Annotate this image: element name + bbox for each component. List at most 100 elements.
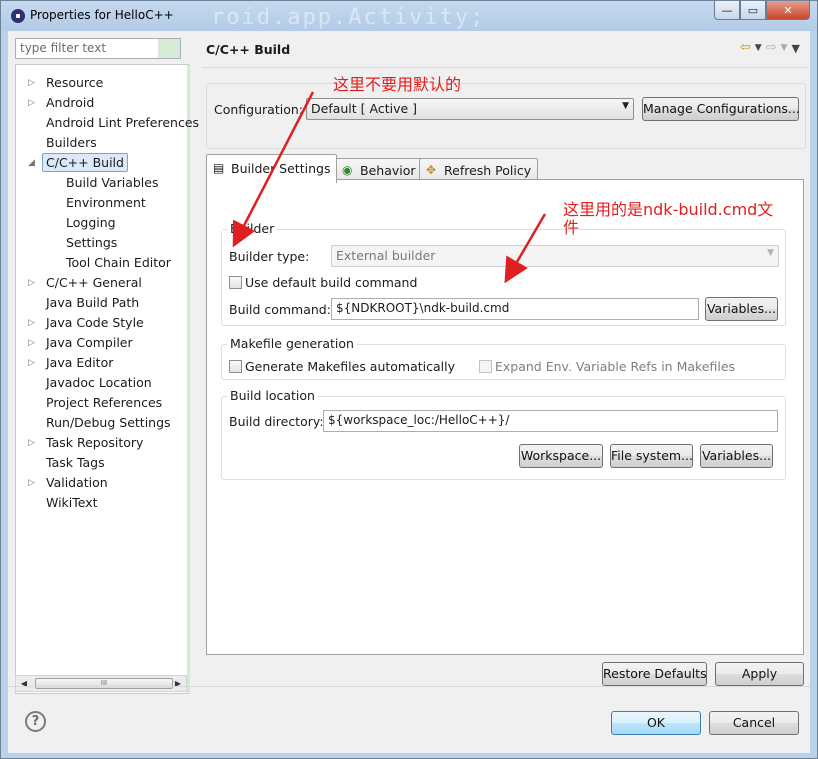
tree-item-label: C/C++ Build bbox=[42, 153, 128, 172]
tree-item-label: Android bbox=[46, 95, 95, 110]
tree-item-label: Run/Debug Settings bbox=[46, 415, 171, 430]
collapsed-arrow-icon[interactable]: ▷ bbox=[28, 433, 38, 453]
generate-makefiles-checkbox[interactable] bbox=[229, 360, 242, 373]
expand-env-checkbox[interactable] bbox=[479, 360, 492, 373]
forward-arrow-icon[interactable]: ⇨ bbox=[766, 40, 777, 56]
cancel-button[interactable]: Cancel bbox=[709, 711, 799, 735]
chevron-down-icon: ▼ bbox=[767, 248, 774, 258]
expand-env-label: Expand Env. Variable Refs in Makefiles bbox=[495, 359, 736, 374]
minimize-button[interactable]: — bbox=[714, 1, 740, 20]
document-icon: ▤ bbox=[213, 161, 225, 175]
scroll-left-icon[interactable]: ◀ bbox=[17, 676, 31, 691]
collapsed-arrow-icon[interactable]: ▷ bbox=[28, 93, 38, 113]
use-default-command-label: Use default build command bbox=[245, 275, 418, 290]
apply-button[interactable]: Apply bbox=[715, 662, 804, 686]
tree-item[interactable]: Build Variables bbox=[16, 173, 186, 193]
build-directory-label: Build directory: bbox=[229, 414, 324, 429]
tree-item-label: Java Code Style bbox=[46, 315, 144, 330]
generate-makefiles-label: Generate Makefiles automatically bbox=[245, 359, 456, 374]
collapsed-arrow-icon[interactable]: ▷ bbox=[28, 473, 38, 493]
tree-item-label: WikiText bbox=[46, 495, 98, 510]
collapsed-arrow-icon[interactable]: ▷ bbox=[28, 273, 38, 293]
tree-item-label: Environment bbox=[66, 195, 146, 210]
tree-item[interactable]: Builders bbox=[16, 133, 186, 153]
tree-item[interactable]: Android Lint Preferences bbox=[16, 113, 199, 133]
back-dropdown-icon[interactable]: ▼ bbox=[755, 43, 762, 53]
title-bar[interactable]: Properties for HelloC++ roid.app.Activit… bbox=[1, 1, 817, 31]
scroll-right-icon[interactable]: ▶ bbox=[171, 676, 185, 691]
tree-item[interactable]: ▷ Java Compiler bbox=[16, 333, 186, 353]
eclipse-icon bbox=[11, 9, 25, 23]
makefile-group-title: Makefile generation bbox=[227, 336, 357, 351]
builder-type-label: Builder type: bbox=[229, 249, 310, 264]
back-arrow-icon[interactable]: ⇦ bbox=[740, 40, 751, 56]
tree-item[interactable]: ▷ Task Repository bbox=[16, 433, 186, 453]
forward-dropdown-icon[interactable]: ▼ bbox=[781, 43, 788, 53]
chevron-down-icon: ▼ bbox=[622, 101, 629, 111]
tree-item[interactable]: ▷ Java Editor bbox=[16, 353, 186, 373]
tree-horizontal-scrollbar[interactable]: ◀ III ▶ bbox=[15, 675, 187, 692]
tree-item[interactable]: WikiText bbox=[16, 493, 186, 513]
properties-window: Properties for HelloC++ roid.app.Activit… bbox=[0, 0, 818, 759]
close-button[interactable]: ✕ bbox=[766, 1, 810, 20]
collapsed-arrow-icon[interactable]: ▷ bbox=[28, 73, 38, 93]
tree-item[interactable]: ▷ Validation bbox=[16, 473, 186, 493]
tree-item[interactable]: ▷ Java Code Style bbox=[16, 313, 186, 333]
tree-item-label: Java Build Path bbox=[46, 295, 140, 310]
tree-item[interactable]: Task Tags bbox=[16, 453, 186, 473]
workspace-button[interactable]: Workspace... bbox=[519, 444, 603, 468]
tab-label: Builder Settings bbox=[231, 161, 331, 176]
collapsed-arrow-icon[interactable]: ▷ bbox=[28, 353, 38, 373]
builder-variables-button[interactable]: Variables... bbox=[705, 297, 778, 321]
header-separator bbox=[202, 67, 808, 68]
use-default-command-checkbox[interactable] bbox=[229, 276, 242, 289]
tree-item[interactable]: Project References bbox=[16, 393, 186, 413]
restore-defaults-button[interactable]: Restore Defaults bbox=[602, 662, 707, 686]
tree-item[interactable]: ▷ Android bbox=[16, 93, 186, 113]
annotation-note-default: 这里不要用默认的 bbox=[333, 75, 462, 94]
location-variables-button[interactable]: Variables... bbox=[700, 444, 773, 468]
filter-placeholder: type filter text bbox=[20, 41, 107, 55]
tree-item-label: Resource bbox=[46, 75, 104, 90]
build-command-input[interactable]: ${NDKROOT}\ndk-build.cmd bbox=[331, 298, 699, 320]
builder-type-select[interactable]: External builder ▼ bbox=[331, 245, 779, 267]
tree-item[interactable]: ▷ Resource bbox=[16, 73, 186, 93]
filter-input[interactable]: type filter text bbox=[15, 38, 181, 59]
tab-builder-settings[interactable]: ▤ Builder Settings bbox=[206, 154, 338, 183]
tree-item[interactable]: ▷ C/C++ General bbox=[16, 273, 186, 293]
scroll-thumb[interactable]: III bbox=[35, 678, 173, 689]
annotation-note-ndk-line2: 件 bbox=[563, 218, 580, 237]
window-title: Properties for HelloC++ bbox=[30, 8, 174, 22]
tree-item[interactable]: ◢ C/C++ Build bbox=[16, 153, 186, 173]
tree-item[interactable]: Run/Debug Settings bbox=[16, 413, 186, 433]
tree-item[interactable]: Java Build Path bbox=[16, 293, 186, 313]
build-directory-input[interactable]: ${workspace_loc:/HelloC++}/ bbox=[323, 410, 778, 432]
tree-item-label: Validation bbox=[46, 475, 108, 490]
maximize-button[interactable]: ▭ bbox=[740, 1, 766, 20]
builder-group-title: Builder bbox=[227, 221, 278, 236]
maximize-icon: ▭ bbox=[747, 3, 759, 17]
view-menu-icon[interactable]: ▼ bbox=[792, 42, 800, 55]
configuration-label: Configuration: bbox=[214, 102, 303, 117]
configuration-group: Configuration: Default [ Active ] ▼ Mana… bbox=[206, 83, 806, 149]
tree-item-label: Tool Chain Editor bbox=[66, 255, 171, 270]
tree-item[interactable]: Logging bbox=[16, 213, 186, 233]
collapsed-arrow-icon[interactable]: ▷ bbox=[28, 313, 38, 333]
tab-label: Behavior bbox=[360, 163, 416, 178]
expanded-arrow-icon[interactable]: ◢ bbox=[28, 153, 38, 173]
configuration-select[interactable]: Default [ Active ] ▼ bbox=[306, 98, 634, 120]
tree-item[interactable]: Environment bbox=[16, 193, 186, 213]
help-icon[interactable]: ? bbox=[25, 711, 46, 732]
tree-item[interactable]: Javadoc Location bbox=[16, 373, 186, 393]
category-tree[interactable]: ▷ Resource ▷ Android Android Lint Preference… bbox=[15, 64, 199, 694]
tree-item[interactable]: Settings bbox=[16, 233, 186, 253]
tree-item-label: Java Compiler bbox=[46, 335, 133, 350]
footer-separator bbox=[8, 686, 810, 687]
tree-item-label: Android Lint Preferences bbox=[46, 115, 200, 130]
filter-clear-icon[interactable] bbox=[158, 39, 180, 58]
manage-configurations-button[interactable]: Manage Configurations... bbox=[642, 97, 800, 121]
collapsed-arrow-icon[interactable]: ▷ bbox=[28, 333, 38, 353]
tree-item[interactable]: Tool Chain Editor bbox=[16, 253, 186, 273]
file-system-button[interactable]: File system... bbox=[610, 444, 693, 468]
ok-button[interactable]: OK bbox=[611, 711, 701, 735]
